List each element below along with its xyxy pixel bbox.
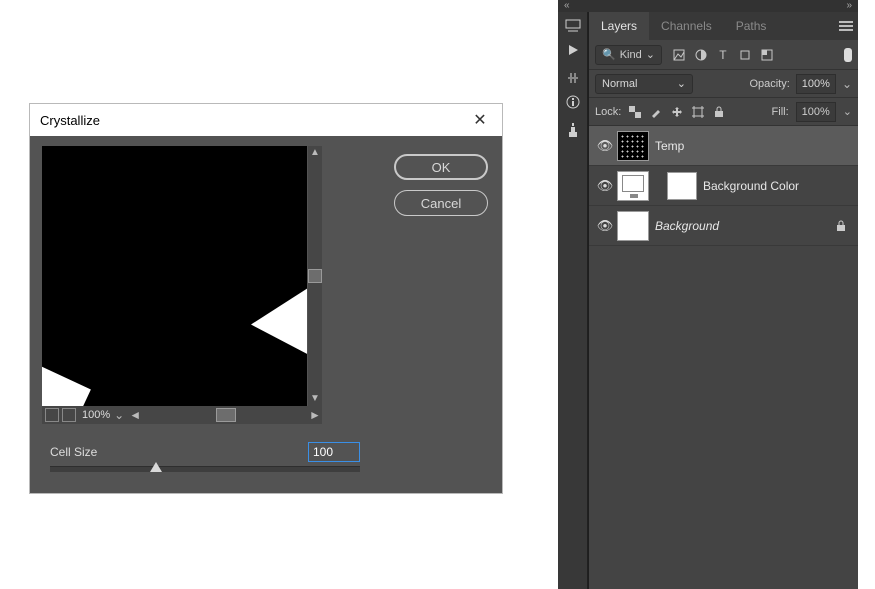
lock-brush-icon[interactable] — [649, 105, 663, 119]
info-icon[interactable] — [564, 94, 582, 110]
layer-list: 👁 Temp 👁 Background Color 👁 Background — [589, 126, 858, 246]
panel-collapse-bar[interactable]: « » — [558, 0, 858, 12]
scroll-down-icon[interactable]: ▼ — [308, 392, 322, 406]
lock-label: Lock: — [595, 106, 621, 118]
fill-label: Fill: — [772, 106, 789, 118]
chevron-down-icon: ⌄ — [677, 77, 686, 90]
tab-label: Layers — [601, 19, 637, 33]
layer-name[interactable]: Background Color — [703, 179, 799, 193]
cell-size-input[interactable] — [308, 442, 360, 462]
lock-artboard-icon[interactable] — [691, 105, 705, 119]
chevron-down-icon: ⌄ — [646, 48, 655, 61]
actions-play-icon[interactable] — [564, 42, 582, 58]
scroll-left-icon[interactable]: ◄ — [128, 408, 142, 422]
slider-knob[interactable] — [150, 462, 162, 472]
tab-layers[interactable]: Layers — [589, 12, 649, 40]
cell-size-slider[interactable] — [50, 466, 360, 472]
tab-channels[interactable]: Channels — [649, 12, 724, 40]
opacity-input[interactable]: 100% — [796, 74, 836, 94]
collapse-left-icon[interactable]: « — [558, 0, 846, 12]
kind-dropdown[interactable]: 🔍 Kind ⌄ — [595, 45, 662, 65]
layer-row-background[interactable]: 👁 Background — [589, 206, 858, 246]
filter-shape-icon[interactable] — [738, 48, 752, 62]
cancel-button[interactable]: Cancel — [394, 190, 488, 216]
chevron-down-icon[interactable]: ⌄ — [843, 105, 852, 118]
filter-smart-icon[interactable] — [760, 48, 774, 62]
layer-filter-row: 🔍 Kind ⌄ T — [589, 40, 858, 70]
layer-mask-thumbnail[interactable] — [667, 172, 697, 200]
layer-thumbnail[interactable] — [617, 131, 649, 161]
layer-name[interactable]: Background — [655, 219, 719, 233]
filter-toggle[interactable] — [844, 48, 852, 62]
layer-row-temp[interactable]: 👁 Temp — [589, 126, 858, 166]
zoom-dropdown-icon[interactable]: ⌄ — [112, 408, 126, 422]
opacity-value: 100% — [802, 78, 830, 90]
tab-paths[interactable]: Paths — [724, 12, 779, 40]
preview-area: ▲ ▼ — [42, 146, 322, 426]
collapse-right-icon[interactable]: » — [846, 0, 858, 12]
tab-label: Paths — [736, 19, 767, 33]
history-icon[interactable] — [564, 18, 582, 34]
kind-label: Kind — [620, 49, 642, 61]
visibility-icon[interactable]: 👁 — [593, 138, 617, 154]
lock-position-icon[interactable] — [670, 105, 684, 119]
ok-label: OK — [432, 160, 451, 175]
cell-size-label: Cell Size — [50, 445, 308, 459]
filter-pixel-icon[interactable] — [672, 48, 686, 62]
filter-type-icon[interactable]: T — [716, 48, 730, 62]
preview-canvas[interactable] — [42, 146, 307, 406]
scroll-right-icon[interactable]: ► — [308, 408, 322, 422]
clone-source-icon[interactable] — [564, 122, 582, 138]
properties-icon[interactable] — [564, 70, 582, 86]
lock-row: Lock: Fill: 100% ⌄ — [589, 98, 858, 126]
scroll-thumb[interactable] — [216, 408, 236, 422]
ok-button[interactable]: OK — [394, 154, 488, 180]
layer-row-background-color[interactable]: 👁 Background Color — [589, 166, 858, 206]
panel-tabbar: Layers Channels Paths — [589, 12, 858, 40]
crystallize-dialog: Crystallize ✕ ▲ ▼ 100% ⌄ ◄ ► OK — [29, 103, 503, 494]
chevron-down-icon[interactable]: ⌄ — [842, 77, 852, 91]
visibility-icon[interactable]: 👁 — [593, 178, 617, 194]
preview-vertical-scrollbar[interactable]: ▲ ▼ — [308, 146, 322, 406]
lock-all-icon[interactable] — [712, 105, 726, 119]
layer-thumbnail[interactable] — [617, 211, 649, 241]
opacity-label: Opacity: — [749, 78, 789, 90]
layers-panel-group: « » Layers Channels Paths — [558, 0, 858, 589]
fill-input[interactable]: 100% — [796, 102, 836, 122]
blend-mode-value: Normal — [602, 78, 637, 90]
zoom-value: 100% — [82, 409, 110, 421]
lock-icon — [836, 220, 846, 232]
cancel-label: Cancel — [421, 196, 461, 211]
blend-mode-dropdown[interactable]: Normal ⌄ — [595, 74, 693, 94]
dialog-titlebar[interactable]: Crystallize ✕ — [30, 104, 502, 136]
layer-name[interactable]: Temp — [655, 139, 684, 153]
fill-value: 100% — [802, 106, 830, 118]
preview-horizontal-scrollbar[interactable] — [144, 408, 304, 422]
blend-row: Normal ⌄ Opacity: 100% ⌄ — [589, 70, 858, 98]
layer-thumbnail[interactable] — [617, 171, 649, 201]
visibility-icon[interactable]: 👁 — [593, 218, 617, 234]
dock-icon-column — [558, 12, 588, 589]
zoom-fit-icon[interactable] — [45, 408, 59, 422]
tab-label: Channels — [661, 19, 712, 33]
search-icon: 🔍 — [602, 48, 616, 61]
scroll-up-icon[interactable]: ▲ — [308, 146, 322, 160]
layers-panel: Layers Channels Paths 🔍 Kind ⌄ T — [588, 12, 858, 589]
filter-adjustment-icon[interactable] — [694, 48, 708, 62]
zoom-actual-icon[interactable] — [62, 408, 76, 422]
close-icon[interactable]: ✕ — [468, 110, 492, 130]
preview-bottom-bar: 100% ⌄ ◄ ► — [42, 406, 322, 424]
lock-transparency-icon[interactable] — [628, 105, 642, 119]
panel-menu-icon[interactable] — [834, 12, 858, 40]
scroll-thumb[interactable] — [308, 269, 322, 283]
dialog-title: Crystallize — [40, 113, 100, 128]
